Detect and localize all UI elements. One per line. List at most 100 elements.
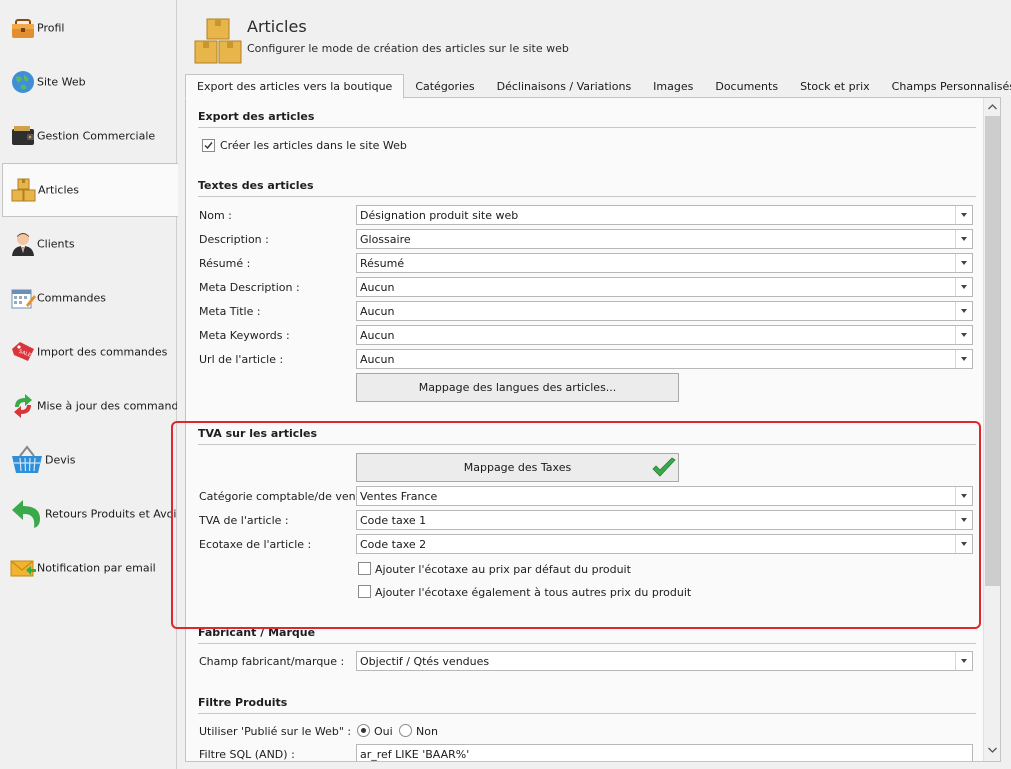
resume-label: Résumé : bbox=[199, 257, 251, 270]
tab-panel: Export des articles Créer les articles d… bbox=[185, 97, 1001, 762]
champ-fabricant-value: Objectif / Qtés vendues bbox=[360, 655, 490, 668]
section-title-filtre: Filtre Produits bbox=[198, 696, 976, 714]
page-subtitle: Configurer le mode de création des artic… bbox=[247, 42, 569, 55]
meta-description-select[interactable]: Aucun bbox=[356, 277, 973, 297]
scrollbar-thumb[interactable] bbox=[985, 116, 1000, 586]
description-label: Description : bbox=[199, 233, 269, 246]
meta-keywords-select[interactable]: Aucun bbox=[356, 325, 973, 345]
sidebar-item-label: Profil bbox=[37, 21, 65, 35]
sql-filter-label: Filtre SQL (AND) : bbox=[199, 748, 295, 761]
categorie-comptable-value: Ventes France bbox=[360, 490, 438, 503]
basket-icon bbox=[10, 445, 44, 475]
sidebar-item-label: Commandes bbox=[37, 291, 107, 305]
main-content: Articles Configurer le mode de création … bbox=[177, 0, 1011, 769]
sidebar: Profil Site Web Gestion Commerciale Arti… bbox=[0, 0, 191, 769]
sidebar-item-clients[interactable]: Clients bbox=[2, 217, 176, 271]
tax-mapping-button[interactable]: Mappage des Taxes bbox=[356, 453, 679, 482]
meta-title-select[interactable]: Aucun bbox=[356, 301, 973, 321]
wallet-icon bbox=[10, 123, 36, 149]
tab-stock-prix[interactable]: Stock et prix bbox=[789, 74, 881, 98]
boxes-icon bbox=[193, 17, 243, 65]
ecotaxe-article-value: Code taxe 2 bbox=[360, 538, 427, 551]
meta-keywords-label: Meta Keywords : bbox=[199, 329, 290, 342]
categorie-comptable-select[interactable]: Ventes France bbox=[356, 486, 973, 506]
url-article-select[interactable]: Aucun bbox=[356, 349, 973, 369]
language-mapping-button[interactable]: Mappage des langues des articles... bbox=[356, 373, 679, 402]
section-title-export: Export des articles bbox=[198, 110, 976, 128]
user-icon bbox=[10, 231, 36, 257]
meta-description-value: Aucun bbox=[360, 281, 395, 294]
section-title-tva: TVA sur les articles bbox=[198, 427, 976, 445]
resume-select[interactable]: Résumé bbox=[356, 253, 973, 273]
radio-oui[interactable] bbox=[357, 724, 370, 737]
sidebar-item-retours-produits[interactable]: Retours Produits et Avoirs bbox=[2, 487, 187, 541]
chevron-down-icon[interactable] bbox=[955, 206, 972, 224]
chevron-down-icon[interactable] bbox=[955, 326, 972, 344]
meta-keywords-value: Aucun bbox=[360, 329, 395, 342]
page-title: Articles bbox=[247, 17, 307, 36]
chevron-down-icon[interactable] bbox=[955, 254, 972, 272]
tab-documents[interactable]: Documents bbox=[704, 74, 789, 98]
tab-champs-personnalises[interactable]: Champs Personnalisés bbox=[881, 74, 1011, 98]
sidebar-item-devis[interactable]: Devis bbox=[2, 433, 176, 487]
tva-article-select[interactable]: Code taxe 1 bbox=[356, 510, 973, 530]
checkmark-icon bbox=[651, 457, 677, 479]
scroll-up-icon[interactable] bbox=[984, 99, 1000, 115]
chevron-down-icon[interactable] bbox=[955, 535, 972, 553]
sidebar-item-import-commandes[interactable]: SALE Import des commandes bbox=[2, 325, 176, 379]
chevron-down-icon[interactable] bbox=[955, 511, 972, 529]
create-articles-checkbox[interactable] bbox=[202, 139, 215, 152]
scroll-down-icon[interactable] bbox=[984, 742, 1000, 758]
refresh-arrows-icon bbox=[10, 393, 36, 419]
sidebar-item-label: Gestion Commerciale bbox=[37, 129, 156, 143]
tva-article-value: Code taxe 1 bbox=[360, 514, 427, 527]
section-title-fabricant: Fabricant / Marque bbox=[198, 626, 976, 644]
nom-value: Désignation produit site web bbox=[360, 209, 519, 222]
tab-images[interactable]: Images bbox=[642, 74, 704, 98]
section-title-textes: Textes des articles bbox=[198, 179, 976, 197]
return-arrow-icon bbox=[10, 499, 44, 529]
globe-icon bbox=[10, 69, 36, 95]
tab-bar: Export des articles vers la boutique Cat… bbox=[185, 74, 1011, 99]
ecotaxe-article-label: Ecotaxe de l'article : bbox=[199, 538, 312, 551]
published-web-label: Utiliser 'Publié sur le Web" : bbox=[199, 725, 352, 738]
sidebar-item-site-web[interactable]: Site Web bbox=[2, 55, 176, 109]
ecotaxe-default-price-checkbox[interactable] bbox=[358, 562, 371, 575]
sidebar-item-label: Import des commandes bbox=[37, 345, 168, 359]
ecotaxe-article-select[interactable]: Code taxe 2 bbox=[356, 534, 973, 554]
champ-fabricant-select[interactable]: Objectif / Qtés vendues bbox=[356, 651, 973, 671]
envelope-icon bbox=[10, 555, 36, 581]
chevron-down-icon[interactable] bbox=[955, 487, 972, 505]
sidebar-item-label: Site Web bbox=[37, 75, 86, 89]
sidebar-item-profil[interactable]: Profil bbox=[2, 1, 176, 55]
nom-label: Nom : bbox=[199, 209, 232, 222]
sql-filter-input[interactable]: ar_ref LIKE 'BAAR%' bbox=[356, 744, 973, 761]
ecotaxe-all-prices-label: Ajouter l'écotaxe également à tous autre… bbox=[375, 586, 692, 599]
sidebar-item-articles[interactable]: Articles bbox=[2, 163, 178, 217]
tab-declinaisons[interactable]: Déclinaisons / Variations bbox=[486, 74, 643, 98]
ecotaxe-all-prices-checkbox[interactable] bbox=[358, 585, 371, 598]
sidebar-item-label: Devis bbox=[45, 453, 76, 467]
champ-fabricant-label: Champ fabricant/marque : bbox=[199, 655, 345, 668]
chevron-down-icon[interactable] bbox=[955, 350, 972, 368]
sidebar-item-label: Clients bbox=[37, 237, 75, 251]
chevron-down-icon[interactable] bbox=[955, 230, 972, 248]
radio-non[interactable] bbox=[399, 724, 412, 737]
tab-export-articles[interactable]: Export des articles vers la boutique bbox=[185, 74, 405, 99]
sidebar-item-notification-email[interactable]: Notification par email bbox=[2, 541, 176, 595]
sidebar-item-commandes[interactable]: Commandes bbox=[2, 271, 176, 325]
description-select[interactable]: Glossaire bbox=[356, 229, 973, 249]
sidebar-item-mise-a-jour-commandes[interactable]: Mise à jour des commandes bbox=[2, 379, 191, 433]
chevron-down-icon[interactable] bbox=[955, 652, 972, 670]
vertical-scrollbar[interactable] bbox=[983, 98, 1000, 761]
sidebar-item-gestion-commerciale[interactable]: Gestion Commerciale bbox=[2, 109, 176, 163]
tab-categories[interactable]: Catégories bbox=[404, 74, 485, 98]
tva-article-label: TVA de l'article : bbox=[199, 514, 289, 527]
radio-oui-label: Oui bbox=[374, 725, 393, 738]
nom-select[interactable]: Désignation produit site web bbox=[356, 205, 973, 225]
boxes-icon bbox=[11, 177, 37, 203]
create-articles-label: Créer les articles dans le site Web bbox=[220, 139, 407, 152]
chevron-down-icon[interactable] bbox=[955, 278, 972, 296]
meta-title-label: Meta Title : bbox=[199, 305, 261, 318]
chevron-down-icon[interactable] bbox=[955, 302, 972, 320]
